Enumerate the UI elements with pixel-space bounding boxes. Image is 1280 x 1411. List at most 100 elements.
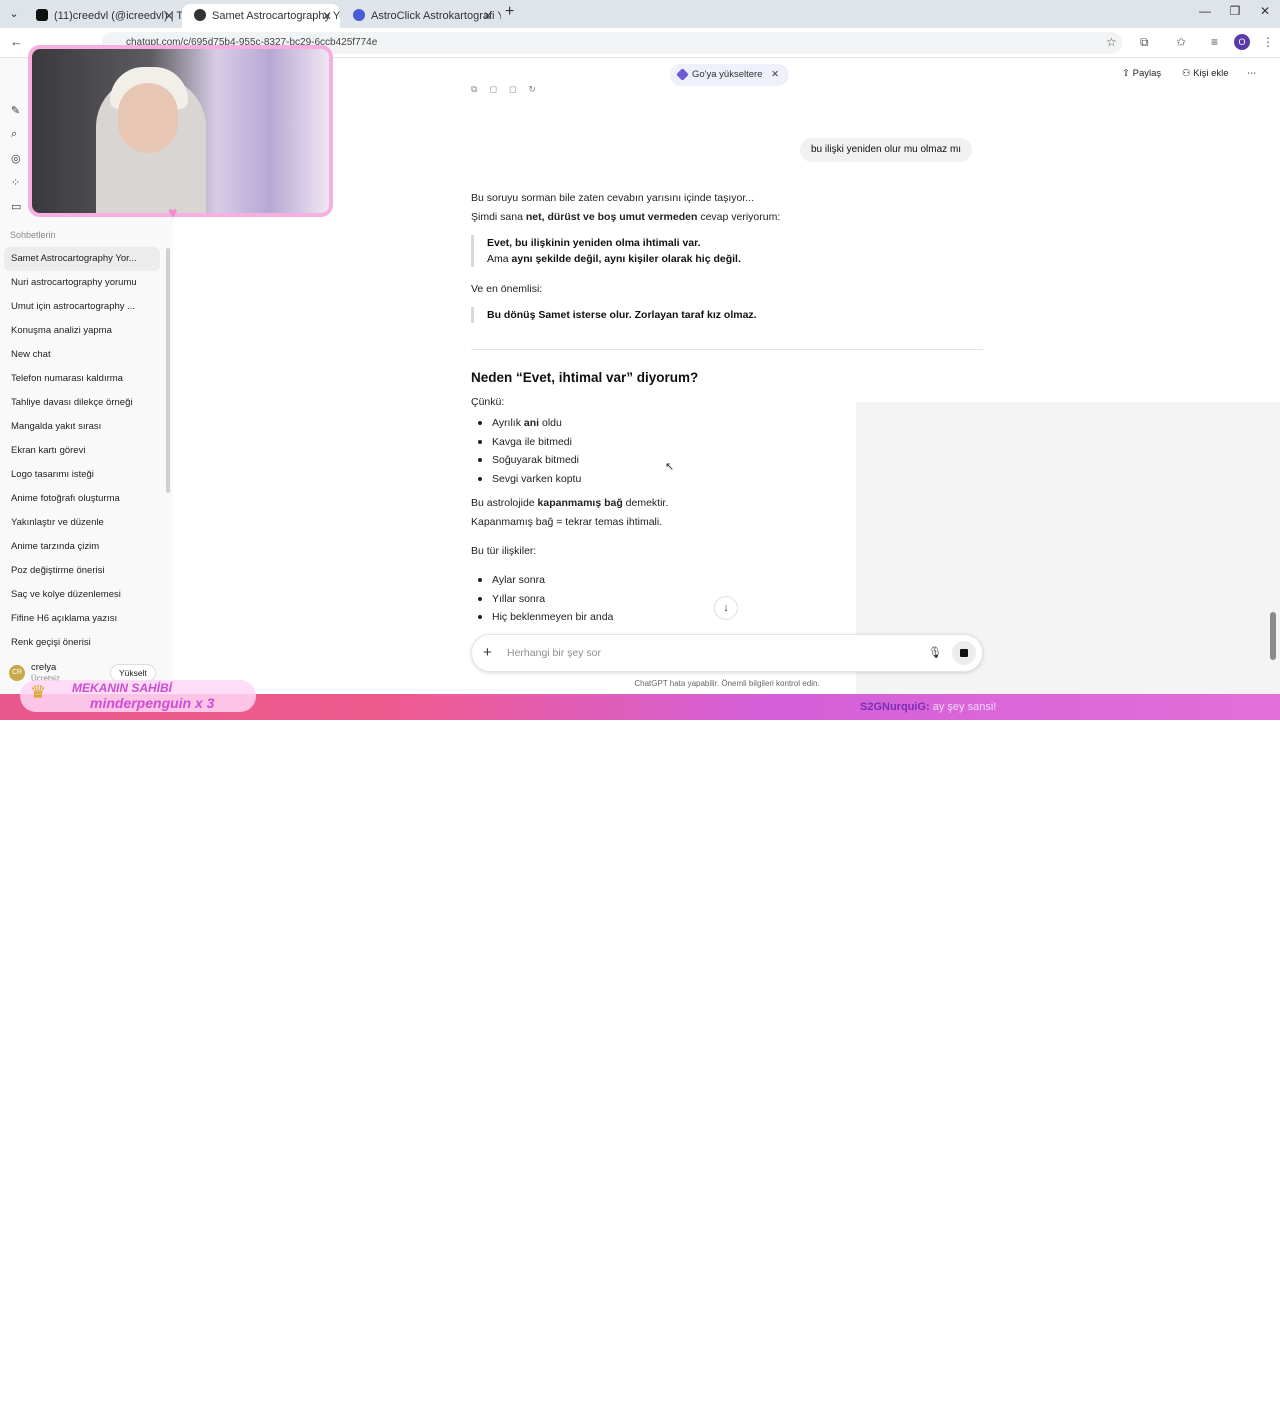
diamond-icon xyxy=(676,68,689,81)
sidebar-chat-item[interactable]: New chat xyxy=(4,343,160,367)
sidebar-chat-item[interactable]: Yakınlaştır ve düzenle xyxy=(4,511,160,535)
mouse-cursor-icon: ↖ xyxy=(665,461,675,473)
apps-icon[interactable]: ⁘ xyxy=(11,176,20,189)
sidebar-chat-item[interactable]: Telefon numarası kaldırma xyxy=(4,367,160,391)
share-label: Paylaş xyxy=(1132,68,1162,79)
upgrade-pill-label: Go'ya yükseltere xyxy=(692,69,763,80)
thumbs-up-icon[interactable]: ◻ xyxy=(489,84,508,94)
list-item: Kavga ile bitmedi xyxy=(478,433,581,452)
thumbs-down-icon[interactable]: ◻ xyxy=(509,84,528,94)
scroll-down-button[interactable]: ↓ xyxy=(714,596,738,620)
stop-button[interactable] xyxy=(952,641,976,665)
sidebar-scrollbar[interactable] xyxy=(166,248,170,493)
message-actions: ⧉◻◻↻ xyxy=(471,84,548,95)
user-avatar: CR xyxy=(9,665,25,681)
bookmark-star-icon[interactable]: ☆ xyxy=(1106,35,1117,49)
stream-chat-message: S2GNurquiG: ay şey sansi! xyxy=(860,701,996,713)
more-options-icon[interactable]: ⋯ xyxy=(1247,68,1257,79)
sidebar-chat-item[interactable]: Samet Astrocartography Yor... xyxy=(4,247,160,271)
sidebar-chat-item[interactable]: Logo tasarımı isteği xyxy=(4,463,160,487)
sidebar-chat-item[interactable]: Tahliye davası dilekçe örneği xyxy=(4,391,160,415)
dismiss-icon[interactable]: ✕ xyxy=(771,69,779,80)
quote-line: Evet, bu ilişkinin yeniden olma ihtimali… xyxy=(487,237,701,249)
tab-chatgpt[interactable]: Samet Astrocartography Yorum ✕ xyxy=(182,4,340,28)
sidebar-chat-item[interactable]: Konuşma analizi yapma xyxy=(4,319,160,343)
browser-menu-icon[interactable]: ⋮ xyxy=(1262,35,1274,49)
tab-tiktok[interactable]: (11)creedvl (@icreedvl) | TikTok ✕ xyxy=(24,4,182,28)
back-icon[interactable]: ← xyxy=(10,34,23,49)
text-span: Ama xyxy=(487,253,512,265)
heart-icon: ♥ xyxy=(168,205,178,222)
sidebar-chat-item[interactable]: Anime fotoğrafı oluşturma xyxy=(4,487,160,511)
add-person-label: Kişi ekle xyxy=(1193,68,1229,79)
astroclick-favicon-icon xyxy=(353,9,365,21)
message-composer[interactable]: + Herhangi bir şey sor 🎙 xyxy=(471,634,983,672)
close-tab-icon[interactable]: ✕ xyxy=(164,6,174,26)
chat-username: S2GNurquiG: xyxy=(860,701,930,713)
text-span: Bu astrolojide xyxy=(471,497,538,509)
sidebar-chat-item[interactable]: Poz değiştirme önerisi xyxy=(4,559,160,583)
assistant-paragraph: Bu astrolojide kapanmamış bağ demektir. xyxy=(471,497,668,509)
extensions-icon[interactable]: ⧉ xyxy=(1140,35,1149,50)
list-item: Sevgi varken koptu xyxy=(478,470,581,489)
sidebar-chat-item[interactable]: Umut için astrocartography ... xyxy=(4,295,160,319)
new-chat-icon[interactable]: ✎ xyxy=(11,104,20,117)
section-heading: Neden “Evet, ihtimal var” diyorum? xyxy=(471,370,699,385)
close-tab-icon[interactable]: ✕ xyxy=(483,6,493,26)
projects-icon[interactable]: ▭ xyxy=(11,200,21,213)
regenerate-icon[interactable]: ↻ xyxy=(528,84,548,94)
attach-plus-icon[interactable]: + xyxy=(483,644,492,661)
browser-tab-strip: ⌄ (11)creedvl (@icreedvl) | TikTok ✕ Sam… xyxy=(0,0,1280,28)
bold-text: aynı şekilde değil, aynı kişiler olarak … xyxy=(511,253,741,265)
assistant-paragraph: Bu tür ilişkiler: xyxy=(471,545,537,557)
list-item: Soğuyarak bitmedi xyxy=(478,451,581,470)
chatgpt-favicon-icon xyxy=(194,9,206,21)
quote-line: Ama aynı şekilde değil, aynı kişiler ola… xyxy=(487,251,741,267)
list-item: Hiç beklenmeyen bir anda xyxy=(478,608,613,627)
media-icon[interactable]: ≡ xyxy=(1211,35,1218,49)
tab-search-icon[interactable]: ⌄ xyxy=(4,4,24,24)
streamer-face xyxy=(118,83,178,153)
close-window-button[interactable]: ✕ xyxy=(1250,4,1280,18)
microphone-icon[interactable]: 🎙 xyxy=(928,646,942,659)
favorites-icon[interactable]: ✩ xyxy=(1176,35,1186,49)
add-person-icon: ⚇ xyxy=(1182,68,1194,79)
chat-list: Samet Astrocartography Yor... Nuri astro… xyxy=(4,247,160,655)
main-scrollbar[interactable] xyxy=(1270,612,1276,660)
sidebar-chat-item[interactable]: Renk geçişi önerisi xyxy=(4,631,160,655)
share-button[interactable]: ⇪ Paylaş xyxy=(1122,68,1161,79)
user-message: bu ilişki yeniden olur mu olmaz mı xyxy=(800,138,973,162)
clock-time: 00:04 xyxy=(1219,1392,1238,1399)
new-tab-button[interactable]: + xyxy=(505,3,514,21)
divider xyxy=(471,349,983,350)
copy-icon[interactable]: ⧉ xyxy=(471,84,489,94)
library-icon[interactable]: ◎ xyxy=(11,152,21,165)
text-span: oldu xyxy=(539,417,562,429)
user-name: crelya xyxy=(31,662,57,673)
minimize-button[interactable]: — xyxy=(1190,4,1220,18)
tab-astroclick[interactable]: AstroClick Astrokartografi Yoru ✕ xyxy=(341,4,501,28)
text-span: Şimdi sana xyxy=(471,211,526,223)
assistant-paragraph: Şimdi sana net, dürüst ve boş umut verme… xyxy=(471,211,780,223)
maximize-button[interactable]: ❐ xyxy=(1220,4,1250,18)
tiktok-favicon-icon xyxy=(36,9,48,21)
upgrade-pill[interactable]: Go'ya yükseltere ✕ xyxy=(670,64,790,86)
bold-text: ani xyxy=(523,417,540,429)
sidebar-chat-item[interactable]: Nuri astrocartography yorumu xyxy=(4,271,160,295)
profile-avatar[interactable]: O xyxy=(1234,34,1250,50)
sidebar-chat-item[interactable]: Mangalda yakıt sırası xyxy=(4,415,160,439)
sidebar-chat-item[interactable]: Ekran kartı görevi xyxy=(4,439,160,463)
tab-label: Samet Astrocartography Yorum xyxy=(212,10,340,22)
sidebar-chat-item[interactable]: Saç ve kolye düzenlemesi xyxy=(4,583,160,607)
sidebar-chat-item[interactable]: Anime tarzında çizim xyxy=(4,535,160,559)
search-icon[interactable]: ⌕ xyxy=(11,128,17,141)
tab-label: AstroClick Astrokartografi Yoru xyxy=(371,10,501,22)
composer-placeholder[interactable]: Herhangi bir şey sor xyxy=(507,647,601,659)
assistant-paragraph: Çünkü: xyxy=(471,396,505,408)
add-person-button[interactable]: ⚇ Kişi ekle xyxy=(1182,68,1229,79)
clock-date: 7.01.2026 xyxy=(1206,1402,1238,1409)
sidebar-chat-item[interactable]: Fifine H6 açıklama yazısı xyxy=(4,607,160,631)
chat-header: Go'ya yükseltere ✕ ⇪ Paylaş ⚇ Kişi ekle … xyxy=(173,58,1273,94)
close-tab-icon[interactable]: ✕ xyxy=(322,6,332,26)
share-icon: ⇪ xyxy=(1122,68,1133,79)
